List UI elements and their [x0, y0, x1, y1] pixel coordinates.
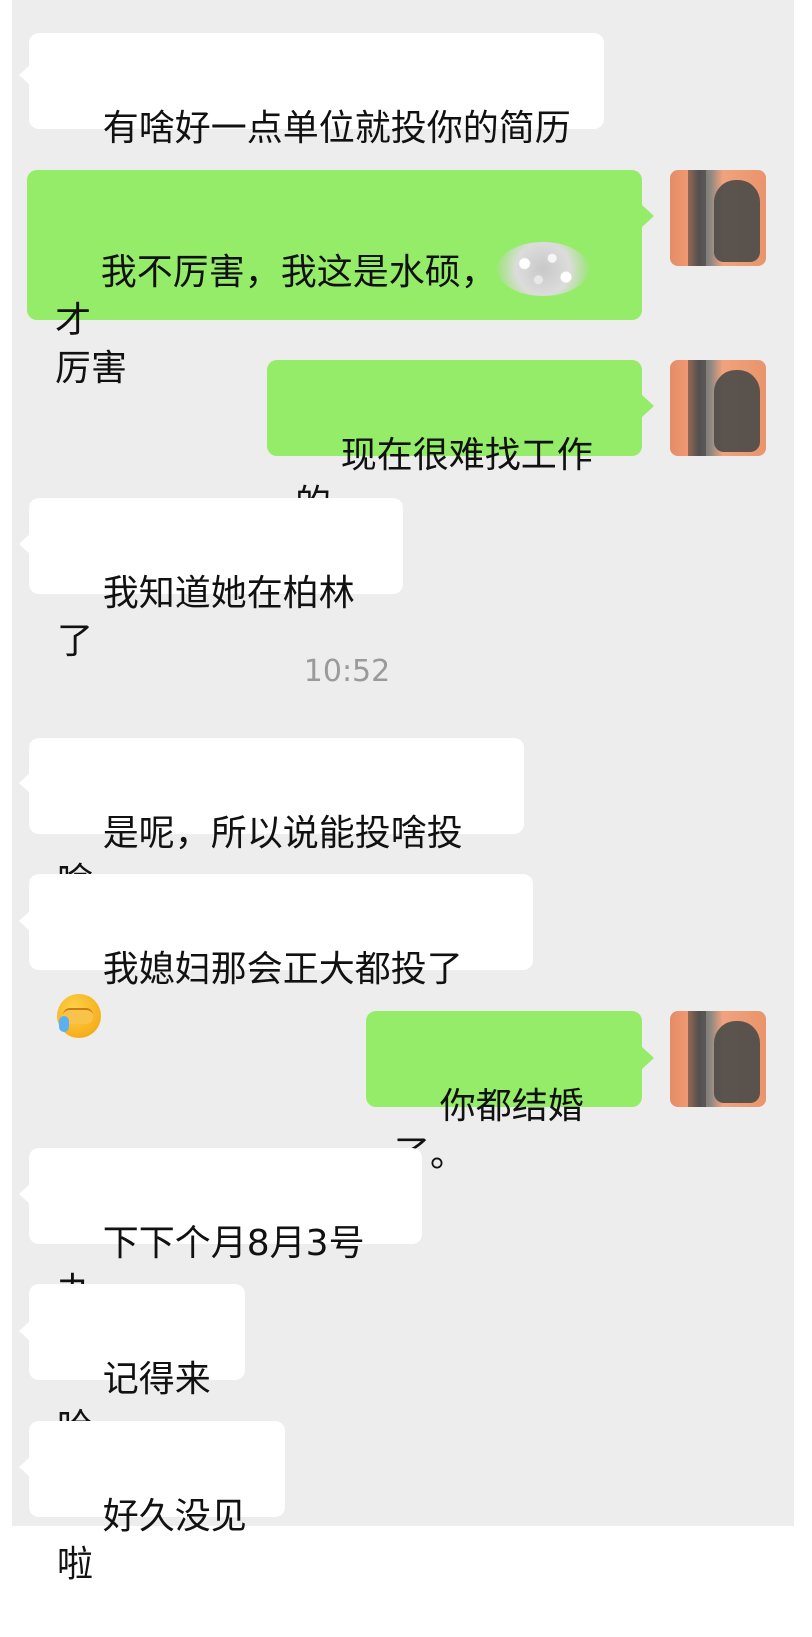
facepalm-crying-emoji-icon — [57, 994, 101, 1038]
message-text: 我知道她在柏林了 — [57, 573, 355, 662]
message-text: 你都结婚了。 — [394, 1086, 584, 1175]
message-bubble-incoming[interactable]: 我知道她在柏林了 — [29, 498, 403, 662]
bubble-tail — [642, 205, 654, 227]
message-bubble-incoming[interactable]: 有啥好一点单位就投你的简历 — [29, 33, 604, 149]
message-text: 好久没见啦 — [57, 1496, 247, 1585]
message-bubble-outgoing[interactable]: 你都结婚了。 — [366, 1011, 642, 1175]
user-avatar-icon[interactable] — [670, 170, 766, 266]
bubble-tail — [642, 1047, 654, 1069]
message-text: 有啥好一点单位就投你的简历 — [102, 108, 571, 149]
message-text: 才 — [55, 300, 92, 341]
chat-area[interactable]: 有啥好一点单位就投你的简历 我不厉害，我这是水硕，才厉害 现在很难找工作的 我知… — [12, 0, 794, 1585]
message-bubble-incoming[interactable]: 记得来哈 — [29, 1284, 245, 1448]
message-bubble-incoming[interactable]: 是呢，所以说能投啥投啥 — [29, 738, 524, 902]
message-bubble-incoming[interactable]: 好久没见啦 — [29, 1421, 285, 1585]
sparkle-redaction-icon — [496, 242, 589, 296]
message-text: 我媳妇那会正大都投了 — [102, 949, 463, 990]
bubble-tail — [642, 395, 654, 417]
message-bubble-outgoing[interactable]: 现在很难找工作的 — [267, 360, 642, 524]
message-bubble-incoming[interactable]: 我媳妇那会正大都投了 — [29, 874, 533, 1038]
user-avatar-icon[interactable] — [670, 1011, 766, 1107]
message-bubble-incoming[interactable]: 下下个月8月3号办 — [29, 1148, 422, 1312]
timestamp: 10:52 — [303, 654, 391, 689]
message-text: 我不厉害，我这是水硕， — [100, 252, 497, 293]
user-avatar-icon[interactable] — [670, 360, 766, 456]
message-text: 厉害 — [55, 348, 128, 389]
message-bubble-outgoing[interactable]: 我不厉害，我这是水硕，才厉害 — [27, 170, 642, 389]
